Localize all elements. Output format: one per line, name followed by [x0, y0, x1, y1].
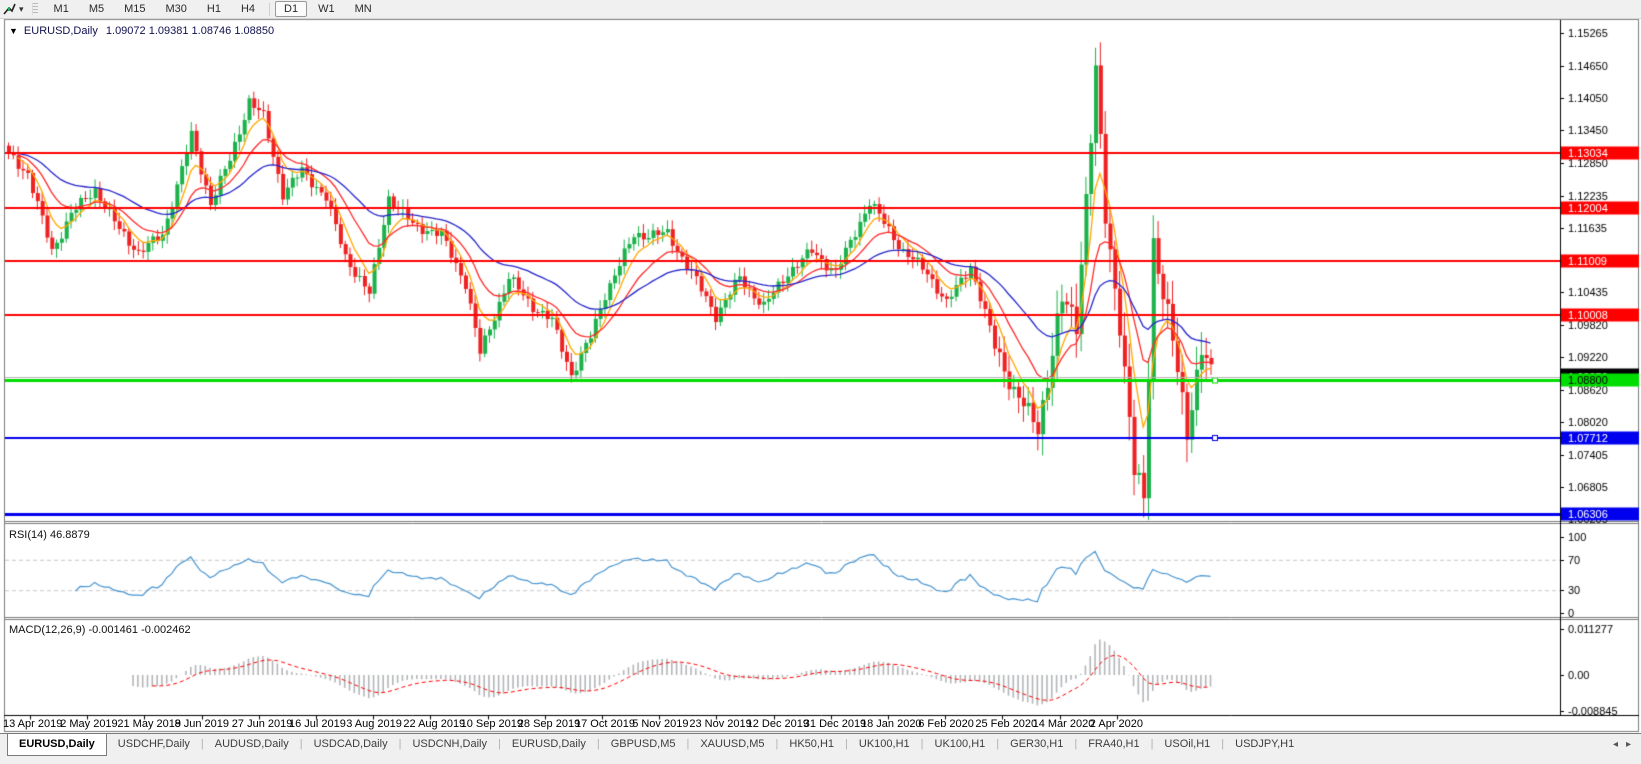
chart-tab-bar: EURUSD,DailyUSDCHF,Daily|AUDUSD,Daily|US…	[0, 733, 1641, 764]
date-axis-label: 3 Aug 2019	[346, 718, 402, 730]
chart-symbol-label: EURUSD,Daily	[24, 25, 98, 37]
time-axis: 13 Apr 20192 May 201921 May 20198 Jun 20…	[0, 718, 1560, 732]
date-axis-label: 13 Apr 2019	[3, 718, 62, 730]
date-axis-label: 2 Apr 2020	[1090, 718, 1143, 730]
tab-usoil-h1[interactable]: USOil,H1	[1153, 734, 1221, 754]
rsi-indicator-label: RSI(14) 46.8879	[9, 529, 90, 541]
tab-fra40-h1[interactable]: FRA40,H1	[1077, 734, 1150, 754]
chart-ohlc-values: 1.09072 1.09381 1.08746 1.08850	[106, 25, 274, 37]
date-axis-label: 5 Nov 2019	[632, 718, 688, 730]
date-axis-label: 28 Sep 2019	[518, 718, 580, 730]
tab-uk100-h1[interactable]: UK100,H1	[924, 734, 997, 754]
date-axis-label: 14 Mar 2020	[1033, 718, 1095, 730]
tab-usdcad-daily[interactable]: USDCAD,Daily	[303, 734, 399, 754]
date-axis-label: 27 Jun 2019	[232, 718, 293, 730]
timeframe-group: M1M5M15M30H1H4 D1W1MN	[44, 1, 382, 17]
toolbar-separator	[269, 3, 270, 16]
date-axis-label: 31 Dec 2019	[804, 718, 866, 730]
timeframe-button-m5[interactable]: M5	[80, 1, 113, 17]
chevron-down-icon[interactable]: ▾	[19, 1, 28, 17]
tab-usdcnh-daily[interactable]: USDCNH,Daily	[401, 734, 498, 754]
tab-usdjpy-h1[interactable]: USDJPY,H1	[1224, 734, 1305, 754]
chart-canvas[interactable]	[0, 0, 1641, 764]
timeframe-button-m30[interactable]: M30	[157, 1, 196, 17]
timeframe-button-d1[interactable]: D1	[275, 1, 307, 17]
tab-scroll-left-icon[interactable]: ◂	[1613, 739, 1618, 750]
toolbar-grip	[32, 3, 38, 15]
timeframe-button-w1[interactable]: W1	[309, 1, 344, 17]
date-axis-label: 18 Jan 2020	[861, 718, 922, 730]
date-axis-label: 23 Nov 2019	[689, 718, 751, 730]
date-axis-label: 6 Feb 2020	[918, 718, 974, 730]
tab-eurusd-daily[interactable]: EURUSD,Daily	[7, 734, 107, 756]
date-axis-label: 10 Sep 2019	[461, 718, 523, 730]
date-axis-label: 17 Oct 2019	[575, 718, 635, 730]
date-axis-label: 8 Jun 2019	[175, 718, 229, 730]
tab-usdchf-daily[interactable]: USDCHF,Daily	[107, 734, 201, 754]
date-axis-label: 21 May 2019	[117, 718, 181, 730]
macd-indicator-label: MACD(12,26,9) -0.001461 -0.002462	[9, 624, 191, 636]
mt4-window: ▾ M1M5M15M30H1H4 D1W1MN ▼ EURUSD,Daily 1.09…	[0, 0, 1641, 764]
tab-uk100-h1[interactable]: UK100,H1	[848, 734, 921, 754]
tab-gbpusd-m5[interactable]: GBPUSD,M5	[600, 734, 687, 754]
date-axis-label: 25 Feb 2020	[975, 718, 1037, 730]
collapse-chart-icon[interactable]: ▼	[9, 26, 18, 36]
timeframe-button-h4[interactable]: H4	[232, 1, 264, 17]
timeframe-button-mn[interactable]: MN	[346, 1, 381, 17]
timeframe-button-m15[interactable]: M15	[115, 1, 154, 17]
date-axis-label: 2 May 2019	[60, 718, 117, 730]
tab-hk50-h1[interactable]: HK50,H1	[778, 734, 845, 754]
tab-scroll-right-icon[interactable]: ▸	[1626, 739, 1631, 750]
chart-cursor-icon[interactable]	[0, 1, 19, 17]
date-axis-label: 12 Dec 2019	[747, 718, 809, 730]
tab-eurusd-daily[interactable]: EURUSD,Daily	[501, 734, 597, 754]
toolbar: ▾ M1M5M15M30H1H4 D1W1MN	[0, 0, 1641, 19]
tab-ger30-h1[interactable]: GER30,H1	[999, 734, 1074, 754]
tab-xauusd-m5[interactable]: XAUUSD,M5	[689, 734, 775, 754]
date-axis-label: 16 Jul 2019	[289, 718, 346, 730]
date-axis-label: 22 Aug 2019	[403, 718, 465, 730]
timeframe-button-h1[interactable]: H1	[198, 1, 230, 17]
timeframe-button-m1[interactable]: M1	[45, 1, 78, 17]
tab-audusd-daily[interactable]: AUDUSD,Daily	[204, 734, 300, 754]
chart-title: ▼ EURUSD,Daily 1.09072 1.09381 1.08746 1.0…	[9, 25, 274, 37]
